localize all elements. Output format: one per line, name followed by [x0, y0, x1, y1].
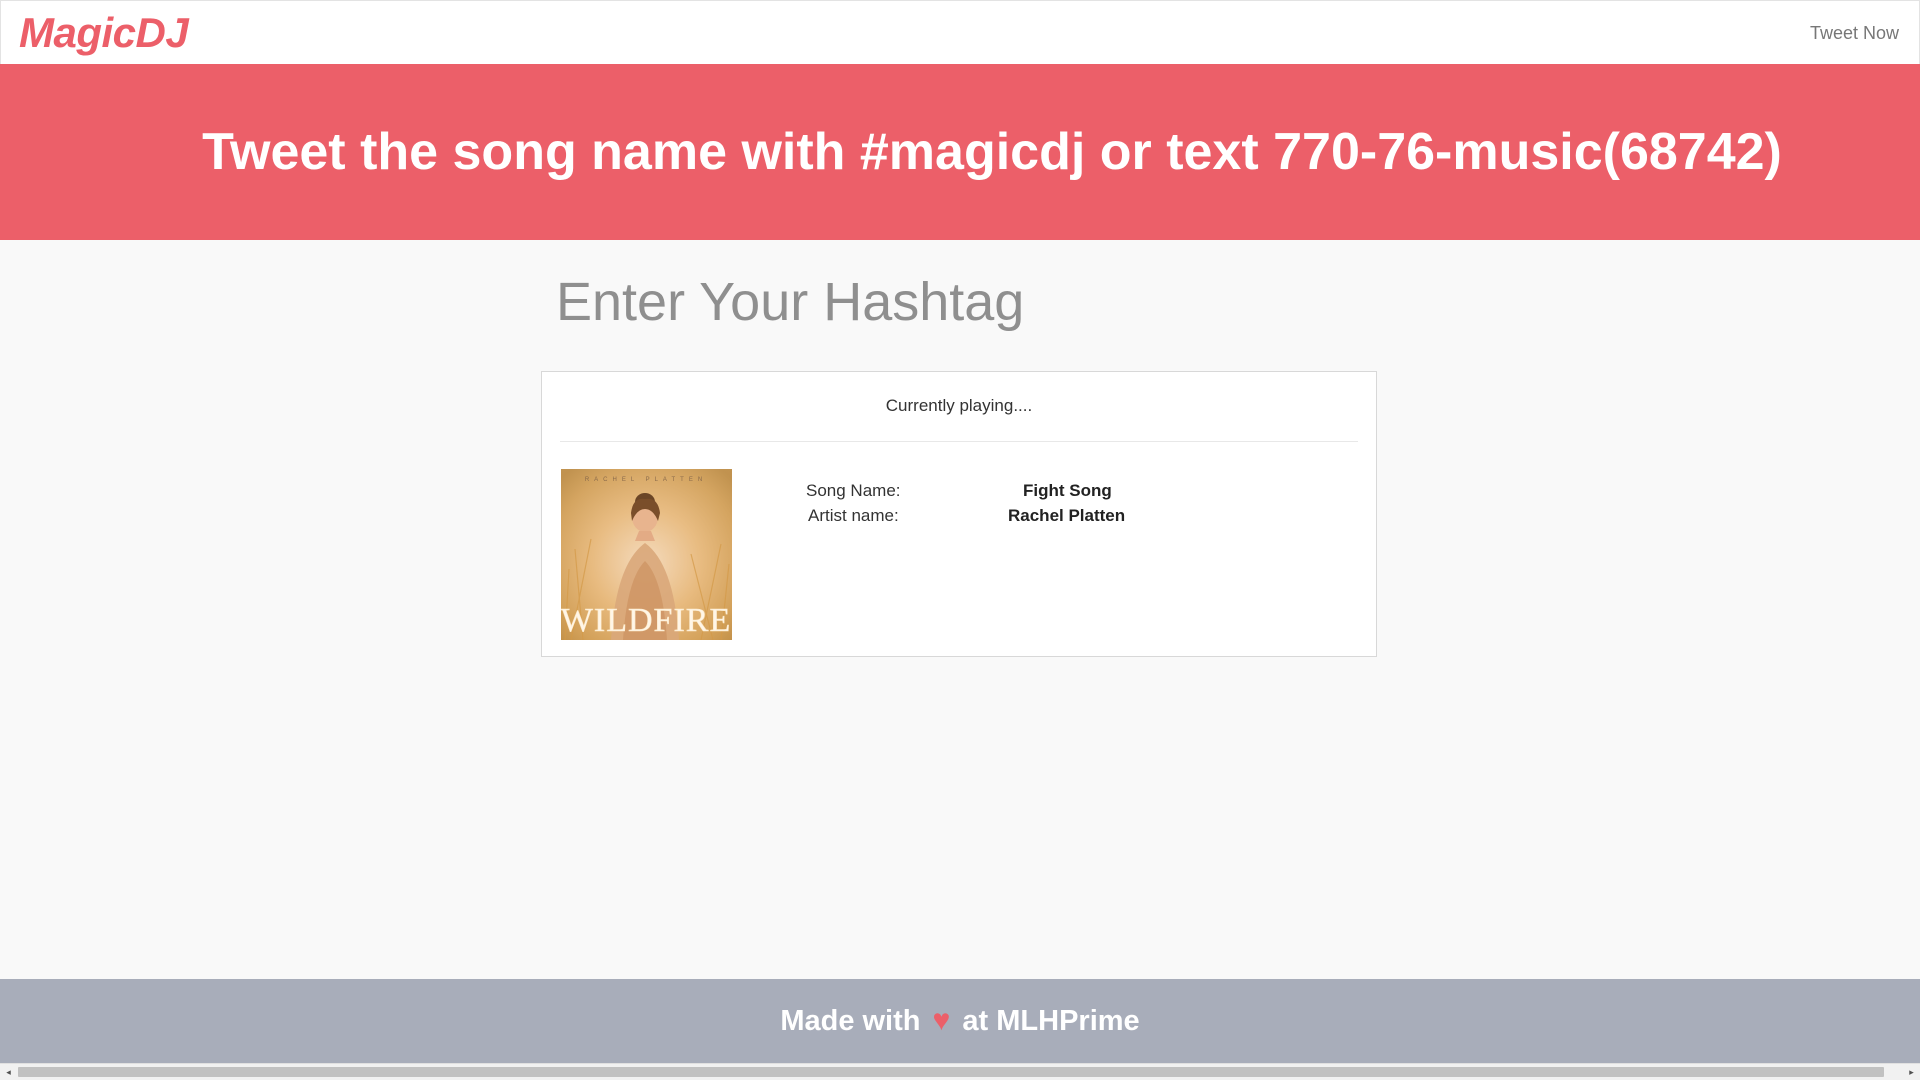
tweet-now-link[interactable]: Tweet Now — [1810, 21, 1899, 45]
card-divider — [560, 441, 1358, 442]
artist-name-value: Rachel Platten — [1008, 506, 1126, 525]
currently-playing-header: Currently playing.... — [885, 396, 1033, 415]
album-artist-text: RACHEL PLATTEN — [585, 477, 707, 483]
album-art-image: RACHEL PLATTEN WILDFIRE — [561, 469, 732, 640]
navbar: MagicDJ Tweet Now — [0, 0, 1920, 65]
footer-prefix: Made with — [780, 1005, 921, 1037]
horizontal-scrollbar[interactable]: ◂ ▸ — [0, 1063, 1920, 1080]
scroll-left-arrow-icon[interactable]: ◂ — [0, 1064, 17, 1080]
song-name-label: Song Name: — [806, 481, 901, 500]
footer: Made with ♥ at MLHPrime — [0, 979, 1920, 1063]
scroll-right-arrow-icon[interactable]: ▸ — [1903, 1064, 1920, 1080]
banner-text: Tweet the song name with #magicdj or tex… — [202, 123, 1782, 181]
song-name-value: Fight Song — [1023, 481, 1112, 500]
hashtag-title: Enter Your Hashtag — [556, 272, 1025, 332]
brand-logo-link[interactable]: MagicDJ — [19, 9, 189, 57]
heart-icon: ♥ — [932, 1004, 951, 1037]
artist-name-label: Artist name: — [808, 506, 899, 525]
now-playing-card: Currently playing.... RACHEL PLATTEN WIL… — [541, 371, 1377, 657]
album-title-text: WILDFIRE — [561, 602, 731, 639]
footer-suffix: at MLHPrime — [962, 1005, 1140, 1037]
app-root: MagicDJ Tweet Now Tweet the song name wi… — [0, 0, 1920, 1080]
scrollbar-thumb[interactable] — [18, 1067, 1884, 1077]
instruction-banner: Tweet the song name with #magicdj or tex… — [0, 64, 1920, 240]
footer-text: Made with ♥ at MLHPrime — [780, 1003, 1139, 1039]
